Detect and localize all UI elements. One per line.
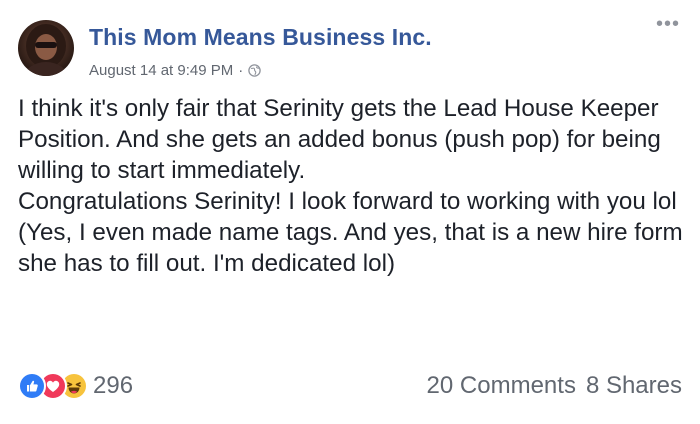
post-paragraph: (Yes, I even made name tags. And yes, th… (18, 219, 683, 277)
avatar-photo (24, 24, 68, 76)
author-avatar[interactable] (18, 20, 74, 76)
author-name-link[interactable]: This Mom Means Business Inc. (89, 24, 432, 51)
like-icon (18, 372, 46, 400)
meta-separator: · (238, 62, 244, 79)
post-paragraph: Congratulations Serinity! I look forward… (18, 188, 677, 215)
globe-icon[interactable] (248, 64, 262, 77)
post-stats: 20 Comments 8 Shares (427, 372, 682, 400)
post-meta: August 14 at 9:49 PM · (89, 62, 262, 79)
comments-count-link[interactable]: 20 Comments (427, 372, 576, 400)
more-options-icon[interactable]: ••• (656, 14, 680, 34)
post-paragraph: I think it's only fair that Serinity get… (18, 95, 661, 184)
post-body: I think it's only fair that Serinity get… (18, 93, 690, 279)
post-timestamp-link[interactable]: August 14 at 9:49 PM (89, 62, 233, 79)
facebook-post: This Mom Means Business Inc. August 14 a… (0, 0, 700, 424)
shares-count-link[interactable]: 8 Shares (586, 372, 682, 400)
reaction-icons (18, 372, 88, 400)
reaction-count[interactable]: 296 (93, 372, 133, 400)
reactions-summary[interactable]: 296 (18, 372, 133, 400)
post-footer: 296 20 Comments 8 Shares (18, 371, 682, 401)
